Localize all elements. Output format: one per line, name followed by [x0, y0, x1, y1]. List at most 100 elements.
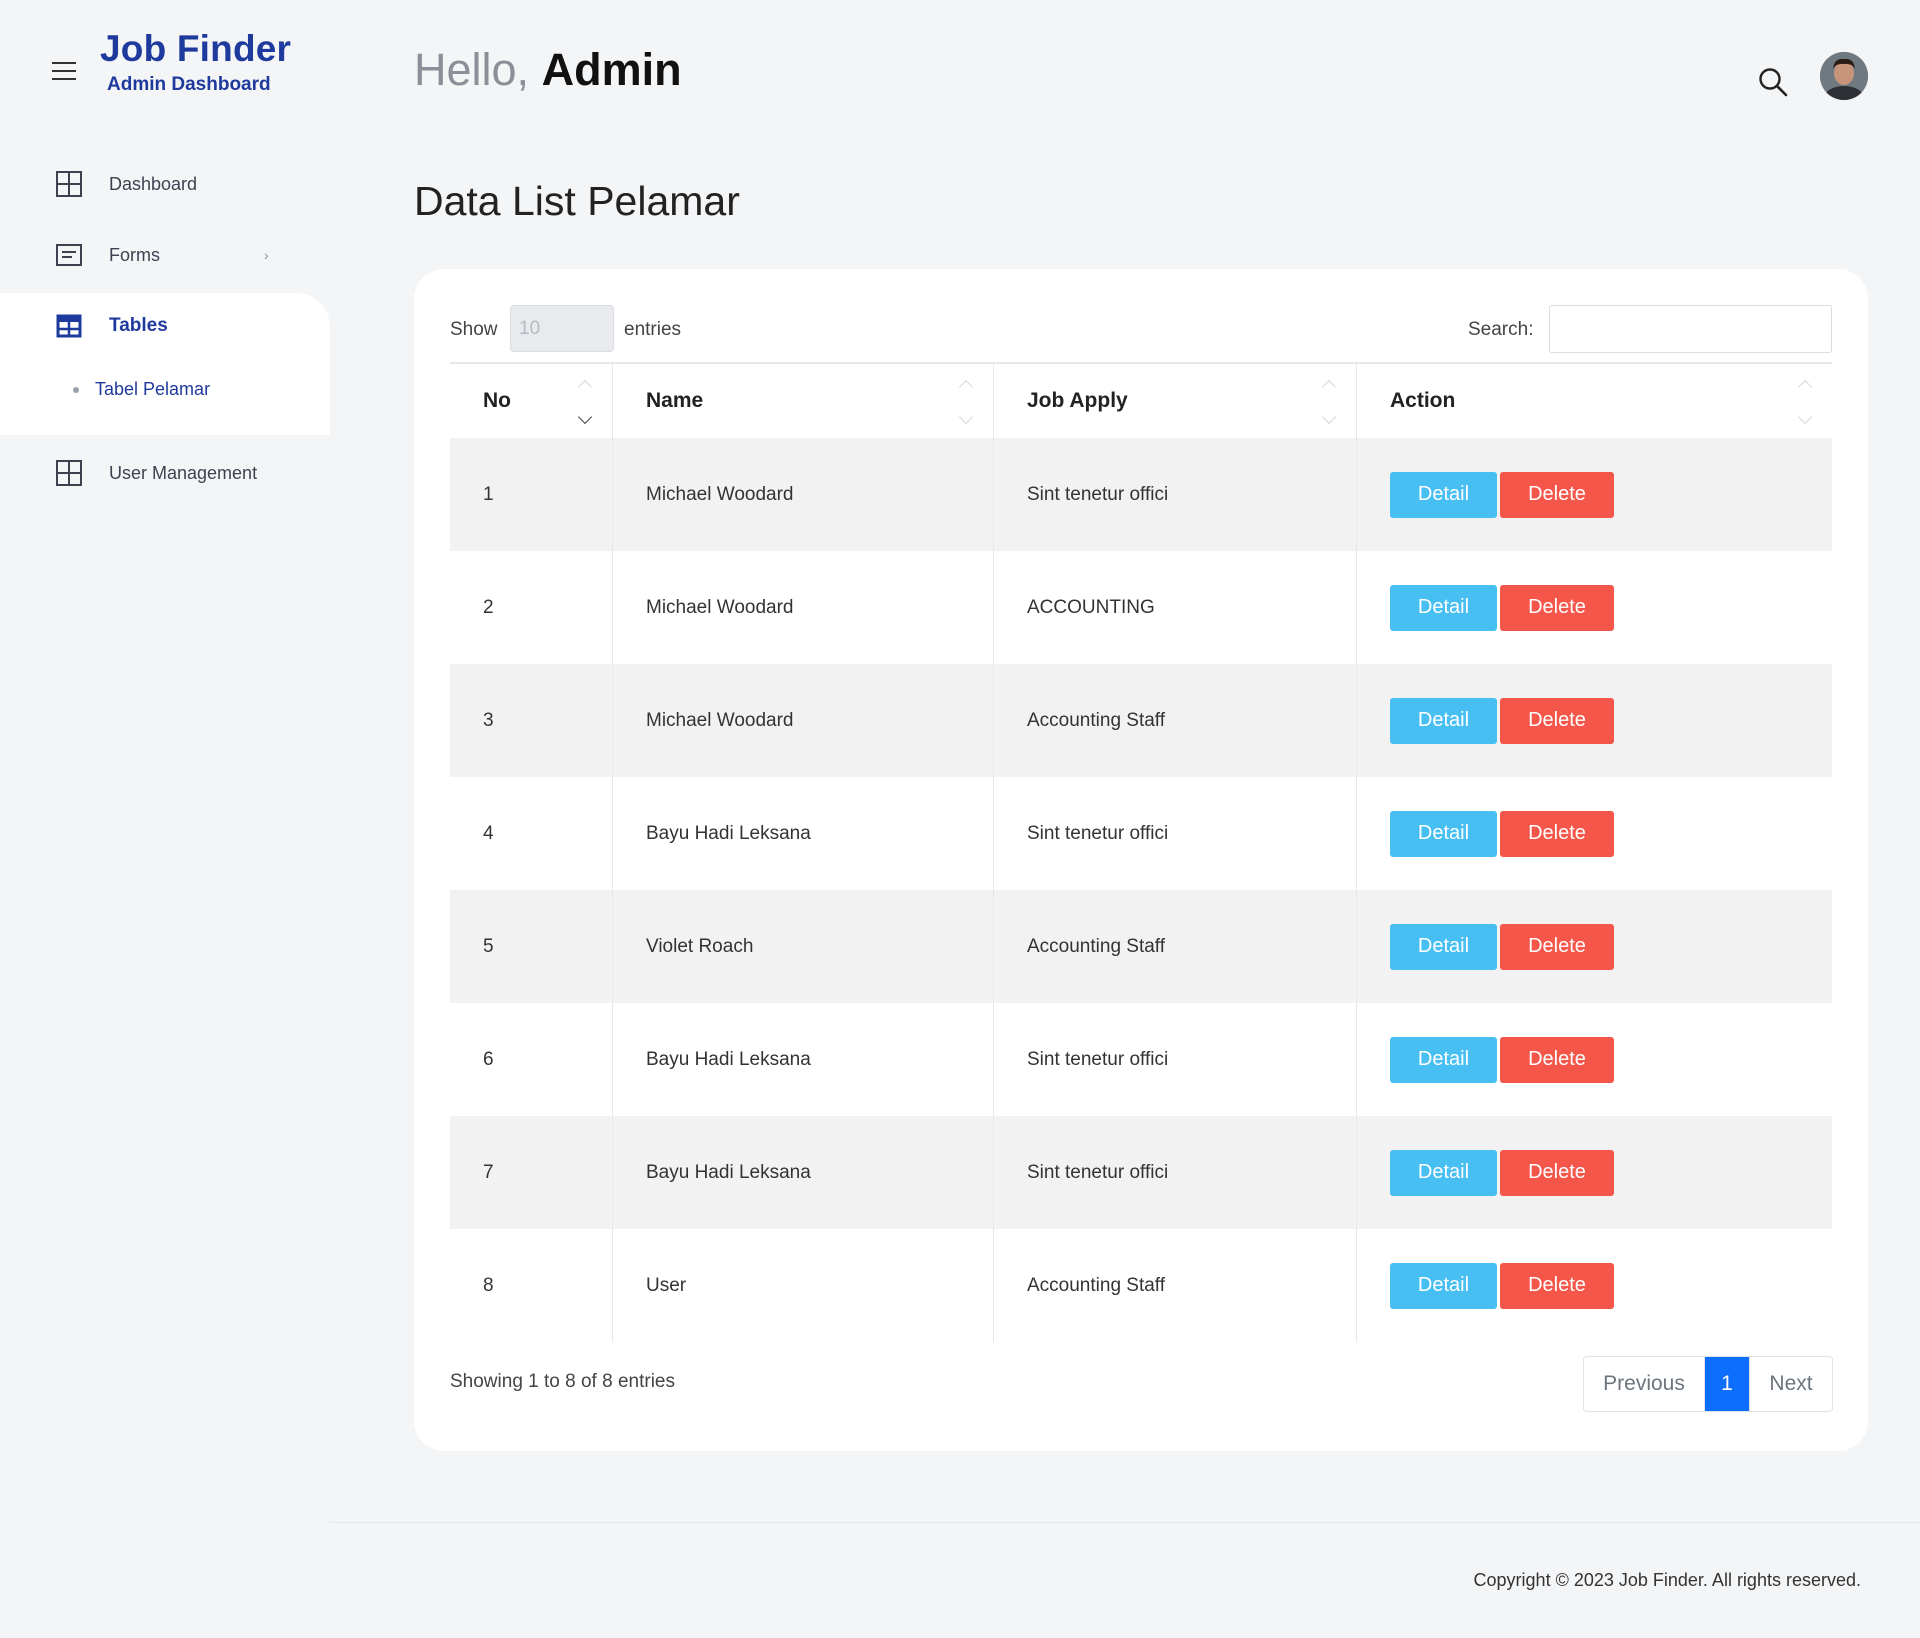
delete-button[interactable]: Delete: [1500, 1262, 1614, 1309]
sort-icon: [577, 378, 594, 428]
column-header-no[interactable]: No: [450, 364, 613, 438]
cell-action: Detail Delete: [1357, 1003, 1832, 1116]
detail-button[interactable]: Detail: [1390, 1262, 1497, 1309]
cell-no: 7: [450, 1116, 613, 1229]
sidebar-item-user-management[interactable]: User Management: [0, 441, 330, 505]
detail-button[interactable]: Detail: [1390, 1036, 1497, 1083]
cell-name: Bayu Hadi Leksana: [613, 1003, 994, 1116]
copyright: Copyright © 2023 Job Finder. All rights …: [1473, 1570, 1861, 1590]
sidebar-item-label: Tables: [109, 315, 168, 336]
sidebar-item-label: Dashboard: [109, 173, 198, 194]
previous-page-button[interactable]: Previous: [1584, 1357, 1705, 1411]
column-header-name[interactable]: Name: [613, 364, 994, 438]
detail-button[interactable]: Detail: [1390, 1149, 1497, 1196]
delete-button[interactable]: Delete: [1500, 810, 1614, 857]
cell-job-apply: Accounting Staff: [994, 890, 1357, 1003]
table-row: 2 Michael Woodard ACCOUNTING Detail Delet…: [450, 551, 1832, 664]
column-header-label: No: [483, 389, 511, 412]
menu-toggle-icon[interactable]: [52, 62, 76, 80]
user-avatar-icon: [1820, 52, 1868, 100]
table-search-input[interactable]: [1549, 305, 1832, 353]
delete-button[interactable]: Delete: [1500, 1036, 1614, 1083]
cell-action: Detail Delete: [1357, 438, 1832, 551]
cell-action: Detail Delete: [1357, 551, 1832, 664]
table-row: 1 Michael Woodard Sint tenetur offici De…: [450, 438, 1832, 551]
cell-name: Bayu Hadi Leksana: [613, 777, 994, 890]
show-label: Show: [450, 319, 498, 340]
entries-per-page-select[interactable]: 10: [510, 305, 614, 352]
detail-button[interactable]: Detail: [1390, 697, 1497, 744]
avatar[interactable]: [1820, 52, 1868, 100]
cell-action: Detail Delete: [1357, 1229, 1832, 1342]
search-icon[interactable]: [1757, 66, 1789, 98]
table-info: Showing 1 to 8 of 8 entries: [450, 1371, 675, 1392]
cell-action: Detail Delete: [1357, 890, 1832, 1003]
sidebar-item-label: Forms: [109, 244, 160, 265]
column-header-label: Job Apply: [1027, 389, 1128, 412]
cell-name: Michael Woodard: [613, 551, 994, 664]
cell-job-apply: Accounting Staff: [994, 1229, 1357, 1342]
cell-no: 8: [450, 1229, 613, 1342]
brand-title: Job Finder: [100, 28, 292, 69]
greeting-user: Admin: [541, 44, 682, 95]
table-row: 7 Bayu Hadi Leksana Sint tenetur offici …: [450, 1116, 1832, 1229]
column-header-job-apply[interactable]: Job Apply: [994, 364, 1357, 438]
sidebar-item-label: User Management: [109, 462, 258, 483]
cell-name: Michael Woodard: [613, 438, 994, 551]
cell-no: 3: [450, 664, 613, 777]
table-header-row: No Name Job Apply Action: [450, 362, 1832, 438]
sidebar-item-forms[interactable]: Forms ›: [0, 223, 330, 287]
cell-no: 5: [450, 890, 613, 1003]
chevron-right-icon: ›: [264, 247, 269, 263]
cell-action: Detail Delete: [1357, 1116, 1832, 1229]
cell-job-apply: ACCOUNTING: [994, 551, 1357, 664]
cell-no: 6: [450, 1003, 613, 1116]
cell-job-apply: Sint tenetur offici: [994, 1116, 1357, 1229]
delete-button[interactable]: Delete: [1500, 471, 1614, 518]
cell-no: 1: [450, 438, 613, 551]
detail-button[interactable]: Detail: [1390, 810, 1497, 857]
cell-job-apply: Sint tenetur offici: [994, 777, 1357, 890]
table-row: 8 User Accounting Staff Detail Delete: [450, 1229, 1832, 1342]
column-header-action[interactable]: Action: [1357, 364, 1832, 438]
data-table-card: Show 10 entries Search: No Name Job Appl…: [414, 269, 1868, 1451]
table-row: 5 Violet Roach Accounting Staff Detail De…: [450, 890, 1832, 1003]
page-1-button[interactable]: 1: [1705, 1357, 1749, 1411]
cell-job-apply: Sint tenetur offici: [994, 438, 1357, 551]
entries-label: entries: [624, 319, 682, 340]
table-row: 4 Bayu Hadi Leksana Sint tenetur offici …: [450, 777, 1832, 890]
next-page-button[interactable]: Next: [1749, 1357, 1832, 1411]
table-row: 3 Michael Woodard Accounting Staff Detai…: [450, 664, 1832, 777]
cell-name: User: [613, 1229, 994, 1342]
sort-icon: [1797, 378, 1814, 428]
greeting: Hello, Admin: [414, 44, 682, 96]
column-header-label: Name: [646, 389, 704, 412]
detail-button[interactable]: Detail: [1390, 584, 1497, 631]
sidebar-subitem-label: Tabel Pelamar: [95, 379, 211, 399]
sidebar-item-tables[interactable]: Tables: [0, 294, 330, 358]
detail-button[interactable]: Detail: [1390, 471, 1497, 518]
sidebar-subitem-tabel-pelamar[interactable]: Tabel Pelamar: [73, 379, 210, 400]
page-title: Data List Pelamar: [414, 178, 740, 224]
cell-name: Bayu Hadi Leksana: [613, 1116, 994, 1229]
column-header-label: Action: [1390, 389, 1456, 412]
cell-no: 2: [450, 551, 613, 664]
footer-divider: [330, 1522, 1920, 1523]
greeting-text: Hello,: [414, 44, 530, 95]
sidebar-item-dashboard[interactable]: Dashboard: [0, 152, 330, 216]
delete-button[interactable]: Delete: [1500, 584, 1614, 631]
cell-name: Michael Woodard: [613, 664, 994, 777]
delete-button[interactable]: Delete: [1500, 1149, 1614, 1196]
sort-icon: [1321, 378, 1338, 428]
brand-subtitle: Admin Dashboard: [107, 74, 271, 95]
cell-job-apply: Sint tenetur offici: [994, 1003, 1357, 1116]
delete-button[interactable]: Delete: [1500, 697, 1614, 744]
detail-button[interactable]: Detail: [1390, 923, 1497, 970]
form-icon: [56, 244, 82, 266]
cell-action: Detail Delete: [1357, 777, 1832, 890]
table-icon: [56, 314, 82, 338]
sort-icon: [958, 378, 975, 428]
cell-action: Detail Delete: [1357, 664, 1832, 777]
delete-button[interactable]: Delete: [1500, 923, 1614, 970]
grid-icon: [56, 171, 82, 197]
